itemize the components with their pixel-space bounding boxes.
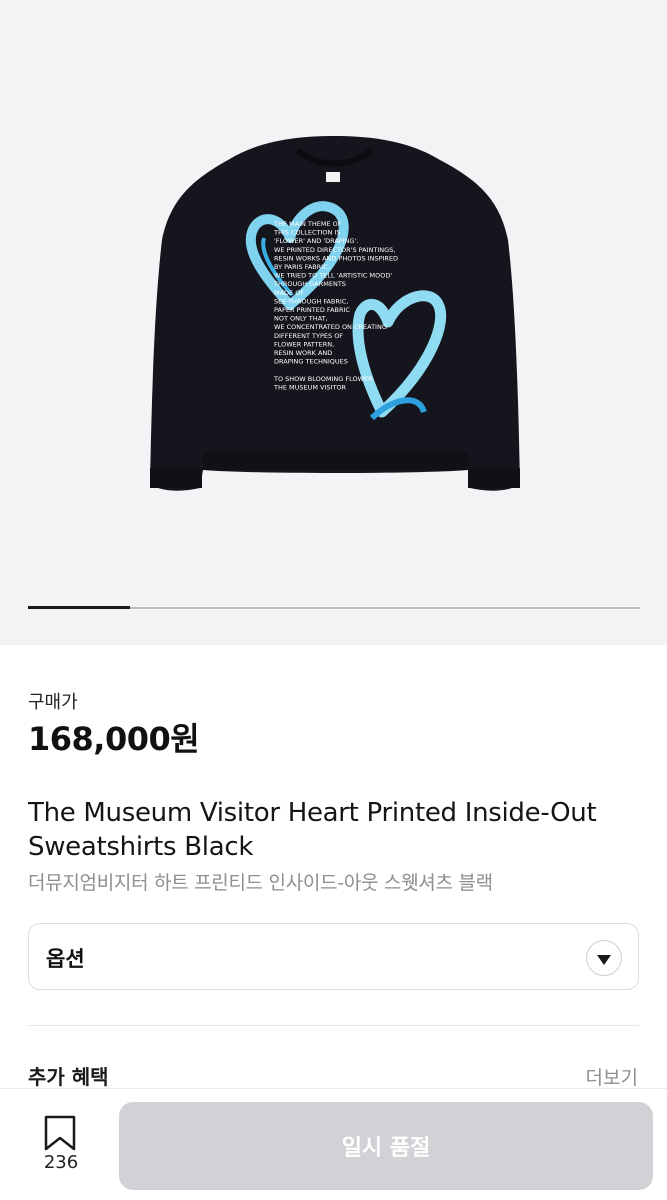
bookmark-icon <box>44 1115 76 1151</box>
print-text-line: THROUGH GARMENTS <box>273 280 346 288</box>
gallery-progress-track <box>28 606 640 609</box>
option-label: 옵션 <box>46 947 85 971</box>
print-text-line: FLOWER PATTERN, <box>274 340 334 348</box>
section-divider <box>28 1025 639 1026</box>
print-text-line: THIS COLLECTION IS <box>273 229 341 237</box>
right-cuff <box>468 468 520 488</box>
price-label: 구매가 <box>28 692 78 713</box>
option-select[interactable]: 옵션 <box>28 923 639 990</box>
print-text-line: 'FLOWER' AND 'DRAPING'. <box>274 237 358 245</box>
print-text-line: NOT ONLY THAT, <box>274 315 328 323</box>
chevron-down-icon[interactable] <box>586 940 622 976</box>
print-text-line: BY PARIS FABRIC. <box>274 263 330 271</box>
left-cuff <box>150 468 202 488</box>
sold-out-button[interactable]: 일시 품절 <box>119 1102 653 1190</box>
print-text-line: PAPER PRINTED FABRIC <box>274 306 350 314</box>
print-text-line: THE MUSEUM VISITOR <box>273 383 347 391</box>
print-text-line: RESIN WORK AND <box>274 349 332 357</box>
print-text-line: WE CONCENTRATED ON CREATING <box>274 323 387 331</box>
benefits-title: 추가 혜택 <box>28 1065 109 1089</box>
print-text-line: DRAPING TECHNIQUES <box>274 358 348 366</box>
hem-rib <box>203 452 468 470</box>
product-image-gallery[interactable]: THE MAIN THEME OF THIS COLLECTION IS 'FLOW… <box>0 0 667 645</box>
gallery-progress-fill <box>28 606 130 609</box>
product-title: The Museum Visitor Heart Printed Inside-… <box>28 798 597 862</box>
product-image: THE MAIN THEME OFTHIS COLLECTION IS'FLOW… <box>150 136 520 491</box>
print-text-line: SEE-THROUGH FABRIC, <box>274 297 348 305</box>
print-text-line: MADE OF <box>274 289 304 297</box>
benefits-more-link[interactable]: 더보기 <box>586 1063 638 1090</box>
print-text-line: TO SHOW BLOOMING FLOWER. <box>273 375 374 383</box>
print-text-line: WE PRINTED DIRECTOR'S PAINTINGS, <box>274 246 395 254</box>
print-text-line: THE MAIN THEME OF <box>273 220 342 228</box>
print-text-line: RESIN WORKS AND PHOTOS INSPIRED <box>274 254 398 262</box>
print-text-line: WE TRIED TO TELL 'ARTISTIC MOOD' <box>274 272 392 280</box>
price-amount: 168,000원 <box>28 720 200 758</box>
product-subtitle: 더뮤지엄비지터 하트 프린티드 인사이드-아웃 스웻셔츠 블랙 <box>28 872 493 894</box>
print-text-line: DIFFERENT TYPES OF <box>274 332 343 340</box>
bookmark-button[interactable]: 236 <box>28 1112 94 1178</box>
neck-label <box>326 172 340 182</box>
bookmark-count: 236 <box>43 1152 79 1173</box>
